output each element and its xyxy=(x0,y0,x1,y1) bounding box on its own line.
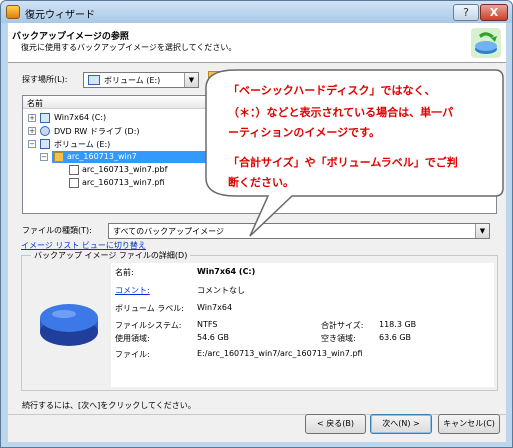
tree-node-pbf-file[interactable]: arc_160713_win7.pbf xyxy=(67,164,367,176)
folder-up-icon[interactable] xyxy=(208,71,224,85)
search-location-value: ボリューム (E:) xyxy=(104,76,161,85)
drive-icon xyxy=(88,75,100,85)
tree-node-label: arc_160713_win7.pfi xyxy=(82,178,165,187)
continue-hint: 続行するには、[次へ]をクリックしてください。 xyxy=(22,401,196,410)
restore-wizard-window: 復元ウィザード ? X バックアップイメージの参照 復元に使用するバックアップイ… xyxy=(0,0,513,448)
file-system-label: ファイルシステム: xyxy=(115,321,182,330)
restore-wizard-icon xyxy=(471,28,501,58)
free-space-label: 空き領域: xyxy=(321,334,356,343)
wizard-app-icon xyxy=(6,5,20,19)
search-location-label: 探す場所(L): xyxy=(22,75,68,84)
tree-node-label: arc_160713_win7 xyxy=(67,152,137,161)
file-type-label: ファイルの種類(T): xyxy=(22,226,92,235)
cancel-button[interactable]: キャンセル(C) xyxy=(438,414,500,434)
used-space-label: 使用領域: xyxy=(115,334,150,343)
name-label: 名前: xyxy=(115,268,134,277)
volume-label-value: Win7x64 xyxy=(197,303,233,312)
drive-icon xyxy=(40,113,50,123)
tree-column-header[interactable]: 名前 xyxy=(23,96,496,109)
back-button[interactable]: < 戻る(B) xyxy=(305,414,366,434)
file-icon xyxy=(69,178,79,188)
file-system-value: NTFS xyxy=(197,320,218,329)
tree-node-c-drive[interactable]: + Win7x64 (C:) xyxy=(23,112,496,124)
dvd-icon xyxy=(40,126,50,136)
expand-icon[interactable]: + xyxy=(28,127,36,135)
tree-node-e-drive[interactable]: − ボリューム (E:) xyxy=(23,138,496,150)
drive-icon xyxy=(40,139,50,149)
comment-link[interactable]: コメント: xyxy=(115,285,150,296)
file-type-value: すべてのバックアップイメージ xyxy=(113,227,224,236)
chevron-down-icon[interactable]: ▼ xyxy=(184,73,198,87)
tree-node-label: Win7x64 (C:) xyxy=(54,113,107,122)
chevron-down-icon[interactable]: ▼ xyxy=(475,224,489,238)
close-button[interactable]: X xyxy=(480,4,508,21)
image-details-group: バックアップ イメージ ファイルの詳細(D) 名前: Win7x64 (C:) … xyxy=(21,250,498,391)
folder-icon xyxy=(54,152,64,162)
title-bar[interactable]: 復元ウィザード ? X xyxy=(1,1,512,23)
file-path-label: ファイル: xyxy=(115,350,150,359)
tree-node-label: ボリューム (E:) xyxy=(54,140,111,149)
tree-node-dvd-drive[interactable]: + DVD RW ドライブ (D:) xyxy=(23,125,496,137)
tree-node-label: DVD RW ドライブ (D:) xyxy=(54,127,140,136)
file-path-value: E:/arc_160713_win7/arc_160713_win7.pfi xyxy=(197,349,363,358)
file-type-combo[interactable]: すべてのバックアップイメージ ▼ xyxy=(108,223,490,239)
comment-value: コメントなし xyxy=(197,286,245,295)
volume-label-label: ボリューム ラベル: xyxy=(115,304,184,313)
page-subtitle: 復元に使用するバックアップイメージを選択してください。 xyxy=(21,43,237,52)
name-value: Win7x64 (C:) xyxy=(197,267,256,276)
wizard-client-area: バックアップイメージの参照 復元に使用するバックアップイメージを選択してください… xyxy=(8,23,506,442)
name-column-label: 名前 xyxy=(27,99,43,108)
help-button[interactable]: ? xyxy=(453,4,479,21)
tree-node-pfi-file[interactable]: arc_160713_win7.pfi xyxy=(67,177,367,189)
tree-node-label: arc_160713_win7.pbf xyxy=(82,165,168,174)
next-button[interactable]: 次へ(N) > xyxy=(370,414,432,434)
file-icon xyxy=(69,165,79,175)
used-space-value: 54.6 GB xyxy=(197,333,230,342)
total-size-value: 118.3 GB xyxy=(379,320,417,329)
page-title: バックアップイメージの参照 xyxy=(12,32,129,42)
collapse-icon[interactable]: − xyxy=(40,153,48,161)
window-title: 復元ウィザード xyxy=(25,10,95,21)
expand-icon[interactable]: + xyxy=(28,114,36,122)
collapse-icon[interactable]: − xyxy=(28,140,36,148)
free-space-value: 63.6 GB xyxy=(379,333,412,342)
tree-node-archive-folder[interactable]: − arc_160713_win7 xyxy=(40,151,272,163)
wizard-header: バックアップイメージの参照 復元に使用するバックアップイメージを選択してください… xyxy=(8,23,506,63)
search-location-combo[interactable]: ボリューム (E:) ▼ xyxy=(83,72,199,88)
disk-volume-icon xyxy=(40,304,98,346)
image-details-panel: 名前: Win7x64 (C:) コメント: コメントなし ボリューム ラベル:… xyxy=(111,263,494,387)
file-tree[interactable]: 名前 + Win7x64 (C:) + DVD RW ドライブ (D:) − ボ… xyxy=(22,95,497,214)
image-details-group-title: バックアップ イメージ ファイルの詳細(D) xyxy=(31,250,191,261)
total-size-label: 合計サイズ: xyxy=(321,321,364,330)
